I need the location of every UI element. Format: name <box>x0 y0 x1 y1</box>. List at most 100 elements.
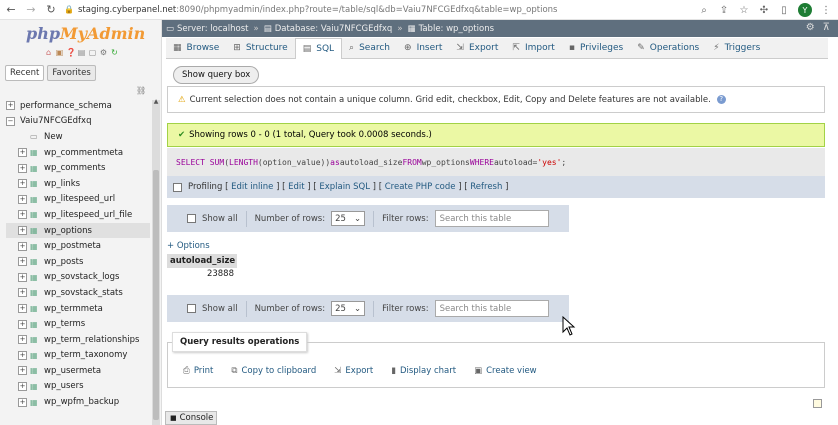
sidebar-item-wp-comments[interactable]: + ▦ wp_comments <box>6 160 150 176</box>
sidepanel-icon[interactable]: ▯ <box>778 5 790 16</box>
tab-export[interactable]: ⇲ Export <box>449 38 505 59</box>
sidebar-item-wp-links[interactable]: + ▦ wp_links <box>6 176 150 192</box>
filter-rows-input[interactable]: Search this table <box>434 300 549 317</box>
show-all-checkbox[interactable] <box>187 214 196 223</box>
bookmark-star-icon[interactable]: ☆ <box>738 5 750 16</box>
page-settings-icon[interactable] <box>813 399 822 408</box>
zoom-icon[interactable]: ⌕ <box>698 5 710 16</box>
sidebar-item-wp-commentmeta[interactable]: + ▦ wp_commentmeta <box>6 145 150 161</box>
sql-docs-icon[interactable]: ▤ <box>77 48 86 57</box>
create-php-code-link[interactable]: Create PHP code <box>385 182 456 192</box>
tab-operations[interactable]: ✎ Operations <box>630 38 706 59</box>
sidebar-item-wp-postmeta[interactable]: + ▦ wp_postmeta <box>6 238 150 254</box>
console-toggle[interactable]: ■ Console <box>165 411 217 425</box>
link-with-main-icon[interactable]: ⛓ <box>136 86 146 95</box>
filter-rows-input[interactable]: Search this table <box>434 210 549 227</box>
export-link[interactable]: ⇲ Export <box>334 366 373 376</box>
sidebar-item-wp-usermeta[interactable]: + ▦ wp_usermeta <box>6 363 150 379</box>
address-bar[interactable]: staging.cyberpanel.net:8090/phpmyadmin/i… <box>78 5 558 15</box>
tab-structure[interactable]: ⊞ Structure <box>226 38 294 59</box>
profile-avatar[interactable]: Y <box>798 3 812 17</box>
reload-icon[interactable]: ↻ <box>44 3 58 16</box>
explain-sql-link[interactable]: Explain SQL <box>319 182 370 192</box>
expand-icon[interactable]: + <box>18 163 27 173</box>
expand-icon[interactable]: + <box>18 397 27 407</box>
rows-per-page-select[interactable]: 25 ⌄ <box>331 211 366 226</box>
forward-icon[interactable]: → <box>24 3 38 16</box>
crumb-database[interactable]: Database: Vaiu7NFCGEdfxq <box>275 24 393 34</box>
docs-icon[interactable]: ❓ <box>66 48 76 57</box>
sidebar-item-wp-sovstack-stats[interactable]: + ▦ wp_sovstack_stats <box>6 285 150 301</box>
tab-triggers[interactable]: ⚡ Triggers <box>706 38 767 59</box>
expand-icon[interactable]: + <box>18 304 27 314</box>
sidebar-item-wp-term-taxonomy[interactable]: + ▦ wp_term_taxonomy <box>6 348 150 364</box>
expand-icon[interactable]: + <box>18 241 27 251</box>
expand-icon[interactable]: + <box>18 272 27 282</box>
settings-gear-icon[interactable]: ⚙ <box>806 22 815 33</box>
share-icon[interactable]: ⇪ <box>718 5 730 16</box>
expand-icon[interactable]: + <box>18 288 27 298</box>
crumb-server[interactable]: Server: localhost <box>177 24 248 34</box>
expand-icon[interactable]: + <box>18 194 27 204</box>
expand-icon[interactable]: + <box>18 148 27 158</box>
sidebar-item-vaiu7nfcgedfxq[interactable]: − Vaiu7NFCGEdfxq <box>6 114 150 130</box>
tab-sql[interactable]: ▤ SQL <box>294 37 343 59</box>
tab-favorites[interactable]: Favorites <box>47 65 96 81</box>
tab-search[interactable]: ⌕ Search <box>342 38 397 59</box>
tab-import[interactable]: ⇱ Import <box>505 38 561 59</box>
lock-icon[interactable]: 🔒 <box>64 5 74 14</box>
extensions-icon[interactable]: ✣ <box>758 5 770 16</box>
sidebar-item-wp-users[interactable]: + ▦ wp_users <box>6 379 150 395</box>
sidebar-item-performance-schema[interactable]: + performance_schema <box>6 98 150 114</box>
sidebar-item-wp-litespeed-url[interactable]: + ▦ wp_litespeed_url <box>6 192 150 208</box>
collapse-icon[interactable]: ⊼ <box>823 22 830 33</box>
expand-icon[interactable]: + <box>18 319 27 329</box>
nav-scrollbar[interactable]: ▲ <box>152 98 160 425</box>
display-chart-link[interactable]: ▮ Display chart <box>391 366 456 376</box>
expand-icon[interactable]: + <box>18 257 27 267</box>
sidebar-item-wp-litespeed-url-file[interactable]: + ▦ wp_litespeed_url_file <box>6 207 150 223</box>
sql-query-display[interactable]: SELECT SUM(LENGTH (option_value)) as auto… <box>167 148 825 176</box>
sidebar-item-wp-terms[interactable]: + ▦ wp_terms <box>6 316 150 332</box>
logout-icon[interactable]: ▣ <box>55 48 64 57</box>
expand-icon[interactable]: + <box>18 179 27 189</box>
copy-icon[interactable]: ▢ <box>88 48 97 57</box>
show-query-box-button[interactable]: Show query box <box>173 66 260 84</box>
column-header-autoload-size[interactable]: autoload_size <box>167 254 237 268</box>
expand-icon[interactable]: − <box>6 116 15 126</box>
settings-icon[interactable]: ⚙ <box>99 48 108 57</box>
sidebar-item-wp-term-relationships[interactable]: + ▦ wp_term_relationships <box>6 332 150 348</box>
scroll-up-icon[interactable]: ▲ <box>152 98 160 105</box>
browser-menu-icon[interactable]: ⋮ <box>820 5 832 16</box>
help-icon[interactable]: ? <box>716 95 726 104</box>
nav-scrollbar-thumb[interactable] <box>153 170 159 420</box>
tab-recent[interactable]: Recent <box>5 65 45 81</box>
show-all-checkbox[interactable] <box>187 304 196 313</box>
expand-icon[interactable]: + <box>18 210 27 220</box>
expand-icon[interactable]: + <box>18 350 27 360</box>
home-icon[interactable]: ⌂ <box>44 48 53 57</box>
sidebar-item-wp-posts[interactable]: + ▦ wp_posts <box>6 254 150 270</box>
reload-nav-icon[interactable]: ↻ <box>110 48 119 57</box>
sidebar-item-wp-wpfm-backup[interactable]: + ▦ wp_wpfm_backup <box>6 394 150 410</box>
refresh-link[interactable]: Refresh <box>470 182 502 192</box>
tab-browse[interactable]: ▦ Browse <box>166 38 226 59</box>
profiling-checkbox[interactable] <box>173 182 182 192</box>
expand-icon[interactable]: + <box>18 226 27 236</box>
sidebar-item-wp-sovstack-logs[interactable]: + ▦ wp_sovstack_logs <box>6 270 150 286</box>
sidebar-item-wp-termmeta[interactable]: + ▦ wp_termmeta <box>6 301 150 317</box>
back-icon[interactable]: ← <box>4 3 18 16</box>
expand-icon[interactable]: + <box>18 335 27 345</box>
tab-privileges[interactable]: ▪ Privileges <box>562 38 630 59</box>
tab-insert[interactable]: ⊕ Insert <box>397 38 449 59</box>
result-cell[interactable]: 23888 <box>167 269 237 283</box>
create-view-link[interactable]: ▣ Create view <box>474 366 537 376</box>
sidebar-item-new[interactable]: ▭ New <box>6 129 150 145</box>
expand-icon[interactable]: + <box>18 381 27 391</box>
print-link[interactable]: ⎙ Print <box>183 366 213 376</box>
phpmyadmin-logo[interactable]: phpMyAdmin <box>26 24 145 43</box>
copy-to-clipboard-link[interactable]: ⧉ Copy to clipboard <box>231 366 316 376</box>
crumb-table[interactable]: Table: wp_options <box>419 24 494 34</box>
edit-inline-link[interactable]: Edit inline <box>231 182 273 192</box>
rows-per-page-select[interactable]: 25 ⌄ <box>331 301 366 316</box>
